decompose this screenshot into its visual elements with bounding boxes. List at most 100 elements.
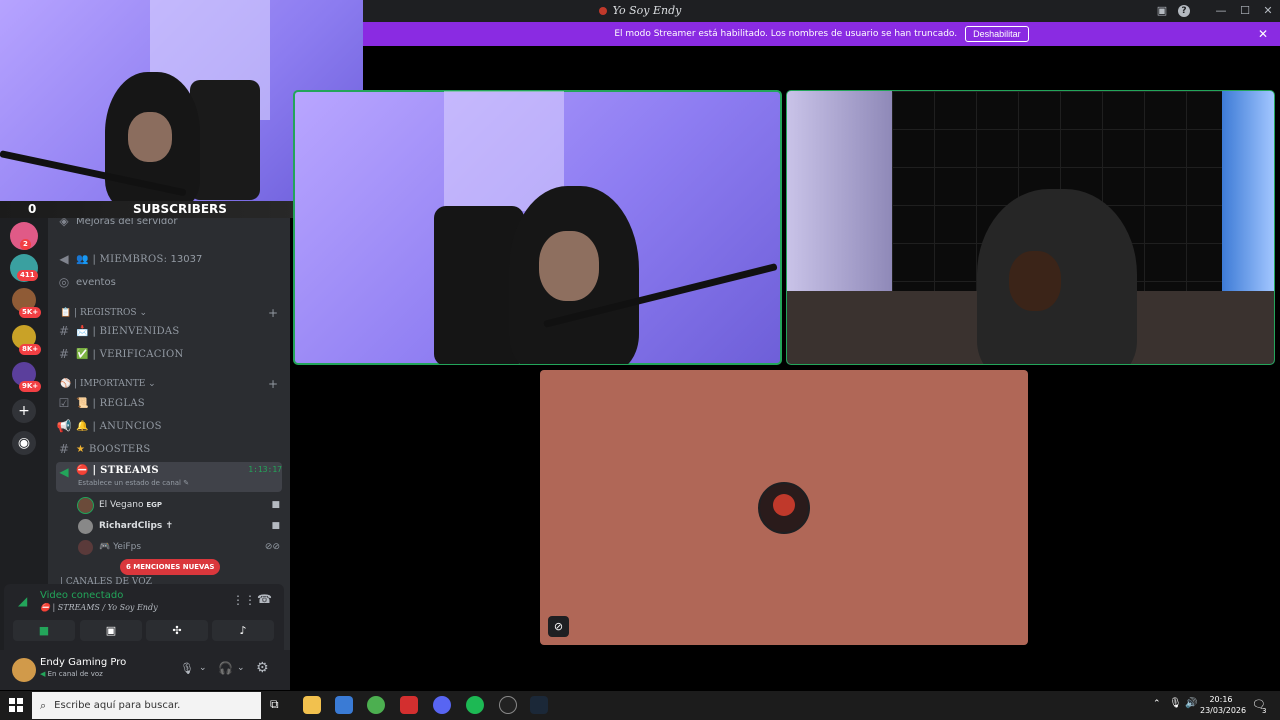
megaphone-icon: 📢 [56, 419, 72, 433]
chevron-down-icon[interactable]: ⌄ [237, 663, 245, 673]
steam-icon[interactable] [530, 696, 548, 714]
volume-icon[interactable]: 🔊 [1185, 698, 1197, 709]
username[interactable]: Endy Gaming Pro [40, 657, 126, 668]
signal-icon: ◢ [18, 594, 28, 608]
voice-speaker-icon: ◀ [59, 465, 69, 479]
server-badge: 9K+ [19, 381, 42, 392]
close-window-button[interactable]: ✕ [1260, 3, 1276, 19]
voice-user[interactable]: El Vegano EGP ■ [77, 495, 280, 515]
discord-window: Yo Soy Endy ▣ ? — ☐ ✕ El modo Streamer e… [0, 0, 1280, 720]
bell-emoji-icon: 🔔 [76, 420, 89, 432]
hash-icon: # [58, 324, 70, 338]
voice-user[interactable]: RichardClips ✝ ■ [78, 516, 280, 536]
hash-icon: # [58, 442, 70, 456]
noise-suppression-icon[interactable]: ⋮⋮ [232, 593, 256, 607]
taskbar-search[interactable]: ⌕ Escribe aquí para buscar. [32, 692, 261, 719]
video-tile-guest[interactable] [786, 90, 1275, 365]
streamer-face [539, 231, 599, 301]
file-explorer-icon[interactable] [303, 696, 321, 714]
camera-toggle-button[interactable]: ■ [13, 620, 75, 641]
no-entry-emoji-icon: ⛔ [76, 465, 89, 476]
events-icon: ◎ [58, 275, 70, 289]
chevron-down-icon[interactable]: ⌄ [199, 663, 207, 673]
add-channel-icon[interactable]: + [268, 306, 278, 320]
store-icon[interactable] [335, 696, 353, 714]
task-view-icon[interactable]: ⧉ [270, 697, 279, 712]
members-channel[interactable]: ◀ 👥 | MIEMBROS: 13037 [56, 248, 282, 270]
taskbar-clock[interactable]: 20:16 23/03/2026 [1200, 694, 1246, 716]
category-registros[interactable]: 📋 | REGISTROS ⌄ + [60, 305, 278, 321]
channel-anuncios[interactable]: 📢 🔔 | ANUNCIOS [56, 415, 282, 437]
add-server-icon[interactable]: + [12, 399, 36, 423]
clipboard-emoji-icon: 📋 [60, 308, 72, 318]
minimize-button[interactable]: — [1213, 3, 1229, 19]
soundboard-button[interactable]: ♪ [212, 620, 274, 641]
rules-icon: ☑ [58, 396, 70, 410]
channel-status[interactable]: Establece un estado de canal ✎ [78, 479, 189, 487]
channel-verificacion[interactable]: # ✅ | VERIFICACION [56, 343, 282, 365]
discord-icon[interactable] [433, 696, 451, 714]
user-status: ◀ En canal de voz [40, 670, 103, 678]
server-badge: 8K+ [19, 344, 42, 355]
hidden-video-icon[interactable]: ⊘ [548, 616, 569, 637]
headphones-icon[interactable]: 🎧 [218, 661, 233, 675]
voice-status[interactable]: Video conectado [40, 590, 123, 601]
activities-button[interactable]: ✣ [146, 620, 208, 641]
banner-close-icon[interactable]: ✕ [1258, 27, 1268, 41]
microphone-icon[interactable]: 🎙 [180, 662, 194, 675]
avatar [758, 482, 810, 534]
star-emoji-icon: ★ [76, 443, 85, 455]
new-mentions-pill[interactable]: 6 MENCIONES NUEVAS [120, 559, 221, 575]
windows-start-icon[interactable] [9, 698, 23, 712]
screen-share-icon[interactable]: ▣ [1154, 3, 1170, 19]
speaker-icon: ◀ [59, 252, 69, 266]
discover-icon[interactable]: ◉ [12, 431, 36, 455]
channel-reglas[interactable]: ☑ 📜 | REGLAS [56, 392, 282, 414]
search-icon: ⌕ [40, 698, 47, 712]
banner-message: El modo Streamer está habilitado. Los no… [614, 29, 958, 39]
hash-icon: # [58, 347, 70, 361]
muted-deafened-icon: ⊘⊘ [264, 542, 280, 552]
envelope-emoji-icon: 📩 [76, 325, 89, 337]
server-badge: 5K+ [19, 307, 42, 318]
voice-channel-name[interactable]: ⛔ | STREAMS / Yo Soy Endy [40, 603, 158, 612]
screen-share-button[interactable]: ▣ [80, 620, 142, 641]
scroll-emoji-icon: 📜 [76, 397, 89, 409]
subscribers-label: SUBSCRIBERS [133, 202, 227, 216]
video-tile-avatar[interactable]: ⊘ [540, 370, 1028, 645]
user-panel: Endy Gaming Pro ◀ En canal de voz 🎙 ⌄ 🎧 … [0, 650, 290, 690]
gamepad-icon: 🎮 [99, 542, 111, 552]
server-boost-item[interactable]: ◈ Mejoras del servidor [56, 218, 282, 232]
channel-boosters[interactable]: # ★ BOOSTERS [56, 438, 282, 460]
channel-bienvenidas[interactable]: # 📩 | BIENVENIDAS [56, 320, 282, 342]
streams-timer: 1:13:17 [248, 465, 282, 474]
video-tile-streamer[interactable] [293, 90, 782, 365]
avatar[interactable] [12, 658, 36, 682]
streamer-face [128, 112, 172, 162]
help-icon[interactable]: ? [1178, 5, 1190, 17]
channel-streams[interactable]: ◀ ⛔ | STREAMS 1:13:17 Establece un estado… [56, 462, 282, 492]
gear-icon[interactable]: ⚙ [256, 660, 269, 676]
notification-count: 3 [1262, 707, 1267, 715]
server-badge: 2 [20, 239, 31, 250]
obs-icon[interactable] [499, 696, 517, 714]
events-item[interactable]: ◎ eventos [56, 271, 282, 293]
camera-icon: ■ [271, 521, 280, 531]
windows-taskbar: ⌕ Escribe aquí para buscar. ⧉ ⌃ 🎙 🔊 20:1… [0, 691, 1280, 720]
tray-chevron-icon[interactable]: ⌃ [1153, 699, 1161, 709]
disconnect-icon[interactable]: ☎ [257, 592, 272, 606]
acrobat-icon[interactable] [400, 696, 418, 714]
members-emoji-icon: 👥 [76, 253, 89, 265]
add-channel-icon[interactable]: + [268, 377, 278, 391]
chrome-icon[interactable] [367, 696, 385, 714]
guest-face [1009, 251, 1061, 311]
maximize-button[interactable]: ☐ [1237, 3, 1253, 19]
avatar [78, 518, 93, 534]
disable-streamer-mode-button[interactable]: Deshabilitar [965, 26, 1029, 42]
avatar [77, 496, 94, 514]
tray-mic-icon[interactable]: 🎙 [1169, 698, 1182, 709]
spotify-icon[interactable] [466, 696, 484, 714]
voice-user[interactable]: 🎮 YeiFps ⊘⊘ [78, 537, 280, 557]
category-importante[interactable]: ⚾ | IMPORTANTE ⌄ + [60, 376, 278, 392]
avatar-character [773, 494, 795, 516]
